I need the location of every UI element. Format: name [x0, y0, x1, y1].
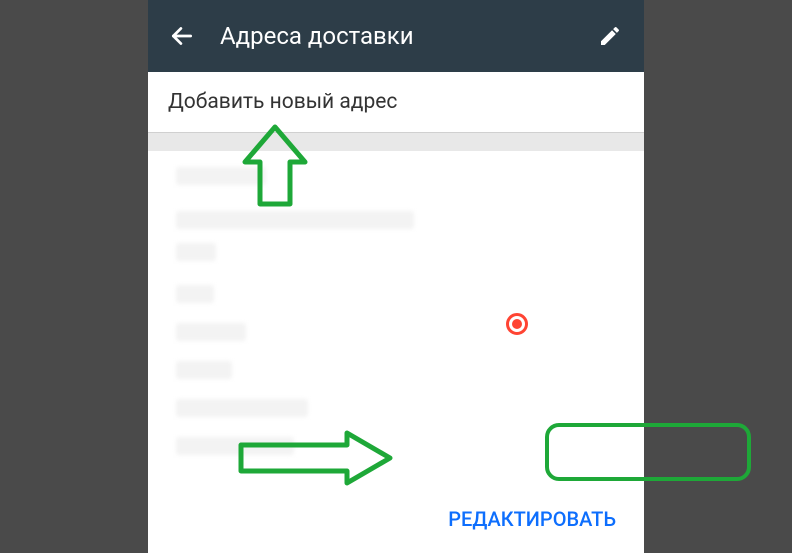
address-line	[176, 211, 414, 229]
pencil-icon	[598, 24, 622, 48]
address-line	[176, 323, 246, 341]
arrow-left-icon	[169, 23, 195, 49]
header-edit-button[interactable]	[596, 22, 624, 50]
back-button[interactable]	[168, 22, 196, 50]
address-line	[176, 285, 214, 303]
edit-address-button[interactable]: РЕДАКТИРОВАТЬ	[448, 507, 616, 531]
address-card[interactable]: РЕДАКТИРОВАТЬ	[148, 151, 644, 553]
divider	[148, 133, 644, 151]
app-screen: Адреса доставки Добавить новый адрес РЕД…	[148, 0, 644, 553]
header-bar: Адреса доставки	[148, 0, 644, 72]
add-new-address[interactable]: Добавить новый адрес	[148, 72, 644, 133]
address-line	[176, 437, 294, 455]
address-line	[176, 361, 232, 379]
selected-radio-icon[interactable]	[506, 313, 528, 335]
page-title: Адреса доставки	[220, 22, 596, 50]
address-line	[176, 243, 216, 261]
address-line	[176, 167, 266, 185]
address-line	[176, 399, 308, 417]
